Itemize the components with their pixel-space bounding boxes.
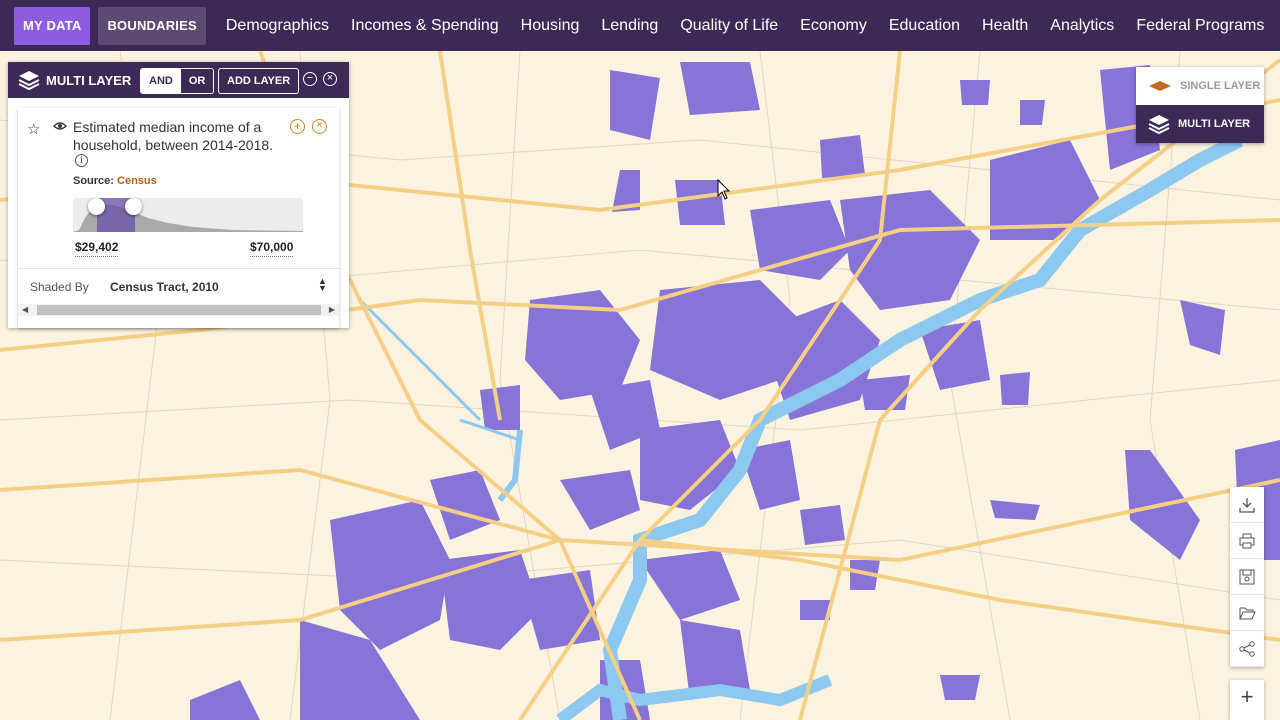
range-min-handle[interactable] — [88, 198, 105, 215]
download-icon — [1239, 497, 1255, 513]
single-layer-icon — [1149, 81, 1171, 91]
download-button[interactable] — [1230, 487, 1264, 523]
top-navigation: MY DATA BOUNDARIES Demographics Incomes … — [0, 0, 1280, 51]
multi-layer-panel: MULTI LAYER AND OR ADD LAYER − × ☆ Estim… — [8, 62, 349, 328]
add-layer-button[interactable]: ADD LAYER — [218, 68, 300, 94]
remove-circle-icon[interactable]: × — [312, 119, 327, 134]
minimize-icon[interactable]: − — [303, 72, 317, 86]
folder-open-icon — [1239, 607, 1256, 619]
star-icon[interactable]: ☆ — [27, 120, 40, 138]
open-button[interactable] — [1230, 595, 1264, 631]
source-line: Source: Census — [73, 175, 157, 187]
layer-card: ☆ Estimated median income of a household… — [18, 108, 339, 328]
scroll-left-icon[interactable]: ◀ — [22, 304, 28, 316]
shaded-by-row: Shaded By Census Tract, 2010 ▲ ▼ — [18, 268, 339, 303]
multi-layer-option[interactable]: MULTI LAYER — [1136, 105, 1264, 143]
my-data-button[interactable]: MY DATA — [14, 6, 91, 45]
scroll-thumb[interactable] — [37, 305, 321, 315]
eye-icon[interactable] — [53, 121, 67, 131]
print-button[interactable] — [1230, 523, 1264, 559]
nav-demographics[interactable]: Demographics — [226, 17, 329, 35]
zoom-in-icon: + — [1240, 684, 1254, 709]
close-icon[interactable]: × — [323, 72, 337, 86]
panel-title: MULTI LAYER — [46, 72, 132, 88]
nav-quality-of-life[interactable]: Quality of Life — [680, 17, 778, 35]
info-icon[interactable]: i — [75, 154, 88, 167]
shaded-by-select[interactable]: Census Tract, 2010 — [110, 280, 219, 294]
layer-mode-switch: SINGLE LAYER MULTI LAYER — [1136, 67, 1264, 143]
multi-layer-icon — [1148, 115, 1170, 134]
nav-incomes-spending[interactable]: Incomes & Spending — [351, 17, 499, 35]
and-toggle[interactable]: AND — [141, 69, 181, 93]
or-toggle[interactable]: OR — [180, 69, 214, 93]
select-arrows-icon[interactable]: ▲ ▼ — [318, 277, 327, 293]
add-circle-icon[interactable]: + — [290, 119, 305, 134]
horizontal-scrollbar[interactable]: ◀ ▶ — [18, 304, 339, 316]
nav-analytics[interactable]: Analytics — [1050, 17, 1114, 35]
save-icon — [1239, 569, 1255, 584]
map-toolbar — [1230, 487, 1264, 667]
range-min-value: $29,402 — [75, 240, 119, 257]
source-label: Source: — [73, 175, 114, 187]
save-button[interactable] — [1230, 559, 1264, 595]
print-icon — [1239, 533, 1255, 548]
single-layer-label: SINGLE LAYER — [1180, 80, 1261, 92]
nav-economy[interactable]: Economy — [800, 17, 867, 35]
nav-lending[interactable]: Lending — [601, 17, 658, 35]
zoom-in-button[interactable]: + — [1230, 680, 1264, 720]
panel-header: MULTI LAYER AND OR ADD LAYER − × — [8, 62, 349, 98]
range-max-handle[interactable] — [125, 198, 142, 215]
layers-icon — [18, 71, 40, 90]
share-button[interactable] — [1230, 631, 1264, 667]
shaded-by-label: Shaded By — [30, 280, 89, 294]
nav-health[interactable]: Health — [982, 17, 1028, 35]
scroll-right-icon[interactable]: ▶ — [329, 304, 335, 316]
nav-education[interactable]: Education — [889, 17, 960, 35]
nav-federal-programs[interactable]: Federal Programs — [1136, 17, 1264, 35]
multi-layer-label: MULTI LAYER — [1178, 118, 1251, 130]
and-or-toggle: AND OR — [140, 68, 215, 94]
boundaries-button[interactable]: BOUNDARIES — [98, 6, 206, 45]
nav-housing[interactable]: Housing — [521, 17, 580, 35]
source-link[interactable]: Census — [117, 175, 157, 187]
layer-description: Estimated median income of a household, … — [73, 119, 274, 153]
share-icon — [1239, 640, 1255, 657]
income-histogram — [73, 198, 303, 232]
mouse-cursor-icon — [717, 179, 731, 200]
range-max-value: $70,000 — [250, 240, 294, 257]
single-layer-option[interactable]: SINGLE LAYER — [1136, 67, 1264, 105]
